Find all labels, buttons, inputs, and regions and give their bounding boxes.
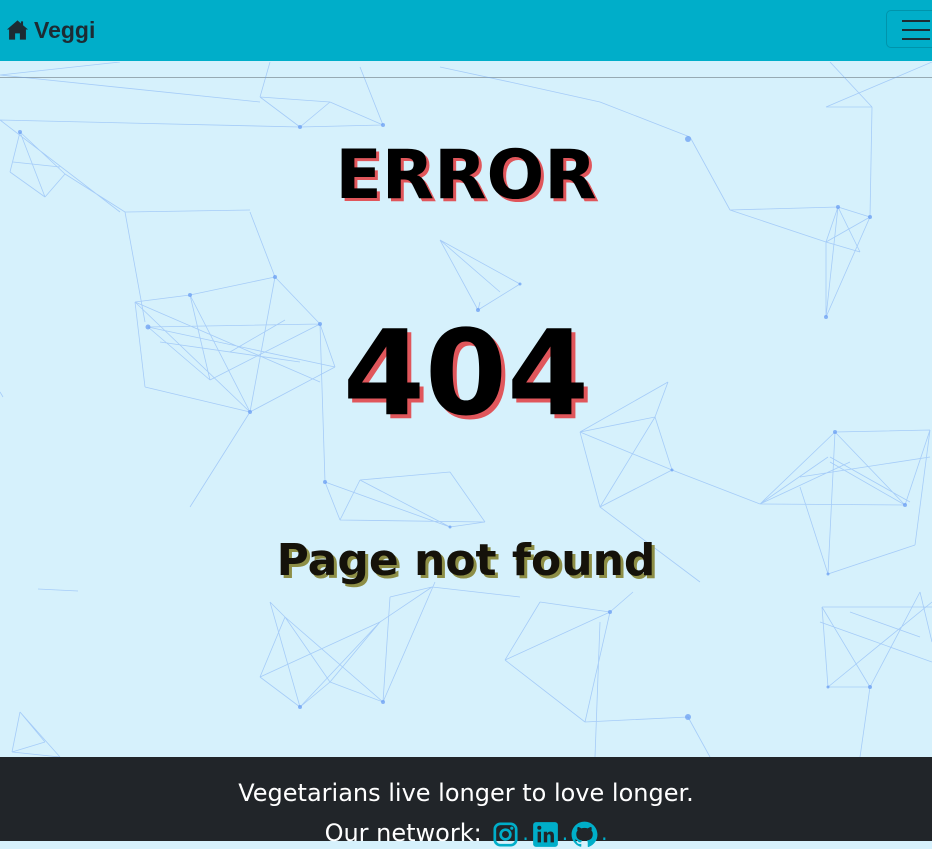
network-label: Our network:	[324, 819, 482, 847]
footer: Vegetarians live longer to love longer. …	[0, 757, 932, 847]
footer-network: Our network: . . .	[0, 817, 932, 849]
instagram-link[interactable]	[492, 821, 519, 848]
separator: .	[522, 821, 529, 845]
instagram-icon	[493, 821, 518, 847]
brand-link[interactable]: Veggi	[6, 14, 95, 46]
linkedin-icon	[532, 821, 558, 847]
brand-label: Veggi	[34, 16, 96, 43]
error-message: Page not found	[276, 535, 656, 586]
footer-tagline: Vegetarians live longer to love longer.	[238, 779, 694, 807]
github-icon	[571, 821, 598, 847]
error-title: ERROR	[335, 136, 597, 215]
error-code: 404	[342, 304, 590, 442]
github-link[interactable]	[571, 821, 598, 848]
menu-toggle-button[interactable]	[886, 10, 932, 48]
separator: .	[601, 821, 608, 845]
hamburger-menu-icon	[902, 20, 930, 40]
navbar: Veggi	[0, 0, 932, 61]
home-icon	[6, 20, 29, 40]
linkedin-link[interactable]	[532, 821, 559, 848]
separator: .	[561, 821, 569, 845]
